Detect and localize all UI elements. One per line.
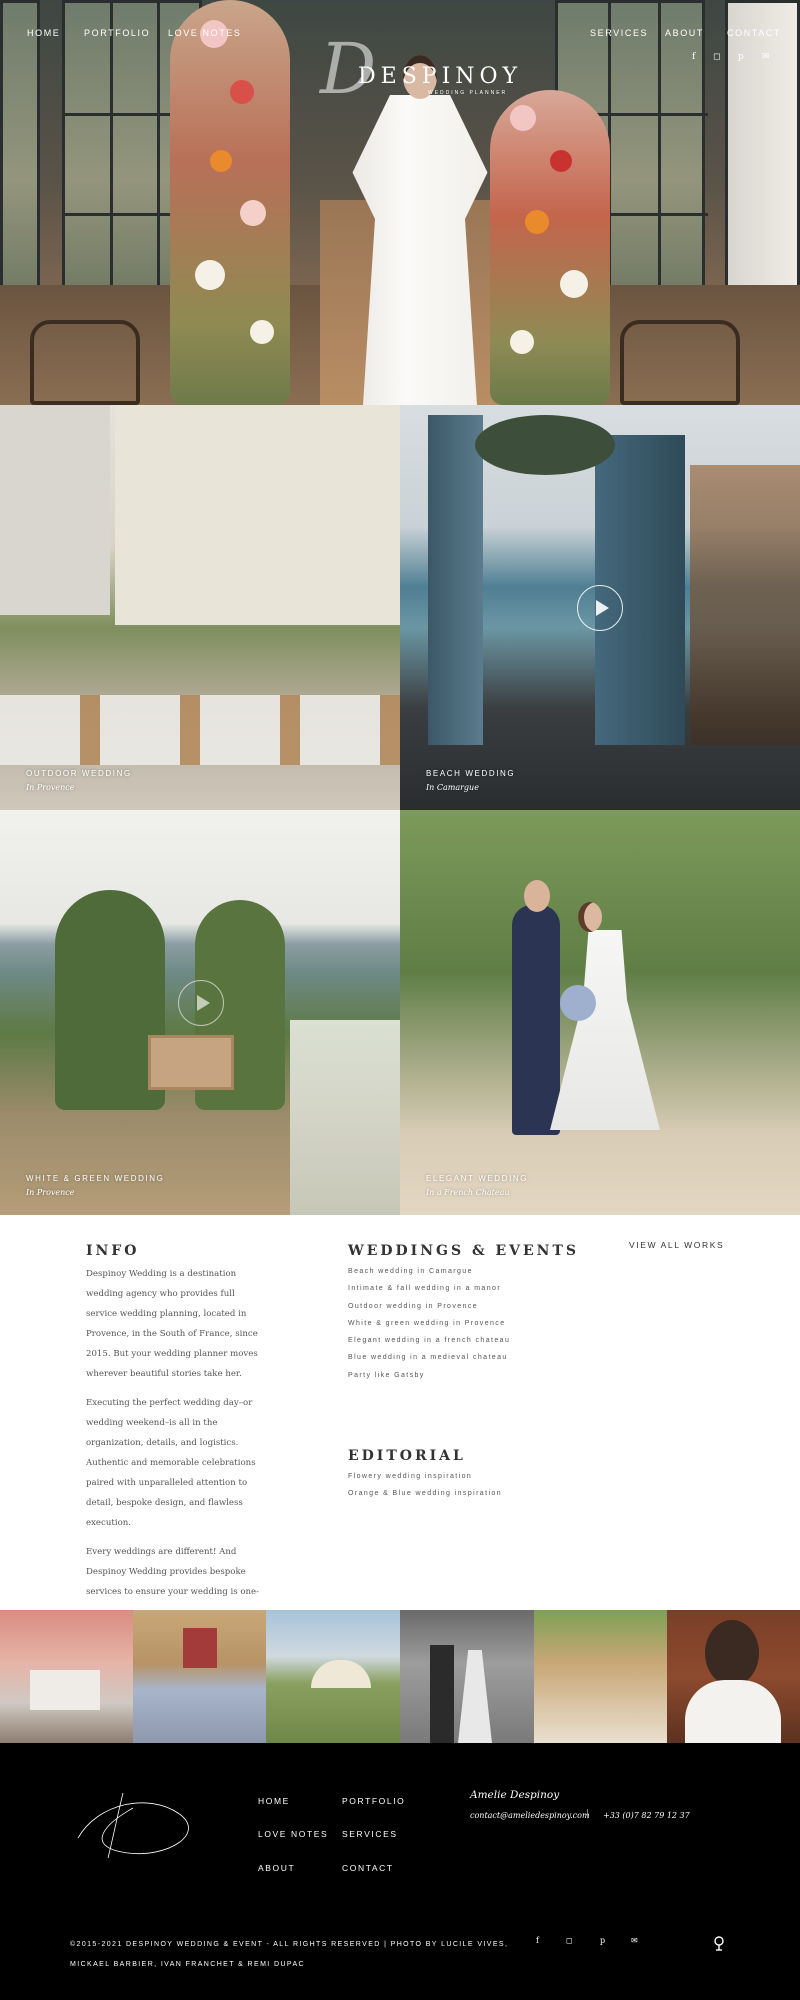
flower-arch-right <box>490 90 610 405</box>
weddings-list: Beach wedding in Camargue Intimate & fal… <box>348 1268 510 1389</box>
door-left <box>428 415 483 745</box>
info-paragraph: Despinoy Wedding is a destination weddin… <box>86 1269 258 1379</box>
footer-nav-home[interactable]: HOME <box>258 1796 290 1806</box>
tent <box>311 1660 371 1688</box>
top-nav: HOME PORTFOLIO LOVE NOTES SERVICES ABOUT… <box>0 28 800 48</box>
photo-strip <box>0 1610 800 1743</box>
groom-head <box>524 880 550 912</box>
strip-photo[interactable] <box>534 1610 667 1743</box>
hero-image: D DESPINOY WEDDING PLANNER HOME PORTFOLI… <box>0 0 800 405</box>
list-item[interactable]: Blue wedding in a medieval chateau <box>348 1354 510 1371</box>
groom <box>512 905 560 1135</box>
list-item[interactable]: Flowery wedding inspiration <box>348 1473 502 1490</box>
location-pin-icon[interactable] <box>712 1936 726 1952</box>
tile-title: WHITE & GREEN WEDDING <box>26 1174 165 1183</box>
info-paragraph: Executing the perfect wedding day–or wed… <box>86 1398 256 1528</box>
tile-subtitle: In a French Chateau <box>426 1188 510 1197</box>
tile-title: BEACH WEDDING <box>426 769 516 778</box>
play-icon[interactable] <box>178 980 224 1026</box>
footer-nav-contact[interactable]: CONTACT <box>342 1863 394 1873</box>
info-text: Despinoy Wedding is a destination weddin… <box>86 1264 262 1602</box>
info-heading: INFO <box>86 1243 140 1259</box>
logo[interactable]: DESPINOY <box>358 64 522 89</box>
email-icon[interactable]: ✉ <box>631 1936 638 1945</box>
door <box>183 1628 217 1668</box>
list-item[interactable]: Elegant wedding in a french chateau <box>348 1337 510 1354</box>
nav-contact[interactable]: CONTACT <box>727 28 781 38</box>
white-flowers <box>290 1020 400 1215</box>
contact-phone[interactable]: +33 (0)7 82 79 12 37 <box>603 1811 690 1820</box>
tables <box>0 695 400 765</box>
pinterest-icon[interactable]: p <box>738 52 744 62</box>
strip-photo[interactable] <box>0 1610 133 1743</box>
pinterest-icon[interactable]: p <box>600 1936 605 1945</box>
facebook-icon[interactable]: f <box>692 52 695 62</box>
strip-photo[interactable] <box>266 1610 400 1743</box>
list-item[interactable]: Orange & Blue wedding inspiration <box>348 1490 502 1507</box>
footer-nav-services[interactable]: SERVICES <box>342 1829 398 1839</box>
bench <box>148 1035 234 1090</box>
editorial-heading: EDITORIAL <box>348 1448 466 1464</box>
tile-subtitle: In Provence <box>26 783 75 792</box>
tile-title: ELEGANT WEDDING <box>426 1174 529 1183</box>
instagram-icon[interactable]: ◻ <box>566 1936 573 1945</box>
strip-photo[interactable] <box>400 1610 534 1743</box>
list-item[interactable]: Party like Gatsby <box>348 1372 510 1389</box>
flower-arch-left <box>170 0 290 405</box>
nav-love-notes[interactable]: LOVE NOTES <box>168 28 242 38</box>
portfolio-tile-outdoor[interactable]: OUTDOOR WEDDING In Provence <box>0 405 400 810</box>
list-item[interactable]: White & green wedding in Provence <box>348 1320 510 1337</box>
play-icon[interactable] <box>577 585 623 631</box>
copyright: ©2015-2021 DESPINOY WEDDING & EVENT - AL… <box>70 1941 509 1968</box>
contact-email[interactable]: contact@ameliedespinoy.com <box>470 1811 590 1820</box>
bride-dress <box>550 930 660 1130</box>
nav-services[interactable]: SERVICES <box>590 28 648 38</box>
groom <box>430 1645 454 1743</box>
strip-photo[interactable] <box>133 1610 266 1743</box>
list-item[interactable]: Beach wedding in Camargue <box>348 1268 510 1285</box>
bride <box>458 1650 492 1743</box>
email-icon[interactable]: ✉ <box>762 52 770 62</box>
bride-head <box>578 902 602 932</box>
chair <box>620 320 740 405</box>
footer-nav-love-notes[interactable]: LOVE NOTES <box>258 1829 328 1839</box>
footer: HOME PORTFOLIO LOVE NOTES SERVICES ABOUT… <box>0 1743 800 2000</box>
list-item[interactable]: Outdoor wedding in Provence <box>348 1303 510 1320</box>
list-item[interactable]: Intimate & fall wedding in a manor <box>348 1285 510 1302</box>
footer-nav-portfolio[interactable]: PORTFOLIO <box>342 1796 405 1806</box>
contact-name: Amelie Despinoy <box>470 1789 560 1801</box>
editorial-list: Flowery wedding inspiration Orange & Blu… <box>348 1473 502 1508</box>
hair <box>705 1620 759 1686</box>
tile-subtitle: In Camargue <box>426 783 479 792</box>
logo-monogram-icon <box>77 1792 189 1859</box>
instagram-icon[interactable]: ◻ <box>713 52 720 62</box>
grass <box>690 465 800 745</box>
tile-title: OUTDOOR WEDDING <box>26 769 132 778</box>
building <box>0 405 110 615</box>
view-all-works-link[interactable]: VIEW ALL WORKS <box>629 1240 724 1250</box>
facebook-icon[interactable]: f <box>536 1936 539 1945</box>
portfolio-tile-white-green[interactable]: WHITE & GREEN WEDDING In Provence <box>0 810 400 1215</box>
info-section: INFO Despinoy Wedding is a destination w… <box>0 1215 800 1610</box>
weddings-heading: WEDDINGS & EVENTS <box>348 1243 580 1259</box>
tile-subtitle: In Provence <box>26 1188 75 1197</box>
nav-about[interactable]: ABOUT <box>665 28 704 38</box>
footer-nav-about[interactable]: ABOUT <box>258 1863 295 1873</box>
logo-subtitle: WEDDING PLANNER <box>428 90 508 96</box>
contact-separator: | <box>586 1809 590 1819</box>
strip-photo[interactable] <box>667 1610 800 1743</box>
portfolio-tile-beach[interactable]: BEACH WEDDING In Camargue <box>400 405 800 810</box>
nav-portfolio[interactable]: PORTFOLIO <box>84 28 150 38</box>
portfolio-tile-elegant[interactable]: ELEGANT WEDDING In a French Chateau <box>400 810 800 1215</box>
chateau-facade <box>115 405 400 625</box>
info-paragraph: Every weddings are different! And Despin… <box>86 1547 260 1597</box>
chair <box>30 320 140 405</box>
shoulders <box>685 1680 781 1743</box>
bouquet <box>560 985 596 1021</box>
greenery <box>475 415 615 475</box>
table <box>30 1670 100 1710</box>
nav-home[interactable]: HOME <box>27 28 60 38</box>
